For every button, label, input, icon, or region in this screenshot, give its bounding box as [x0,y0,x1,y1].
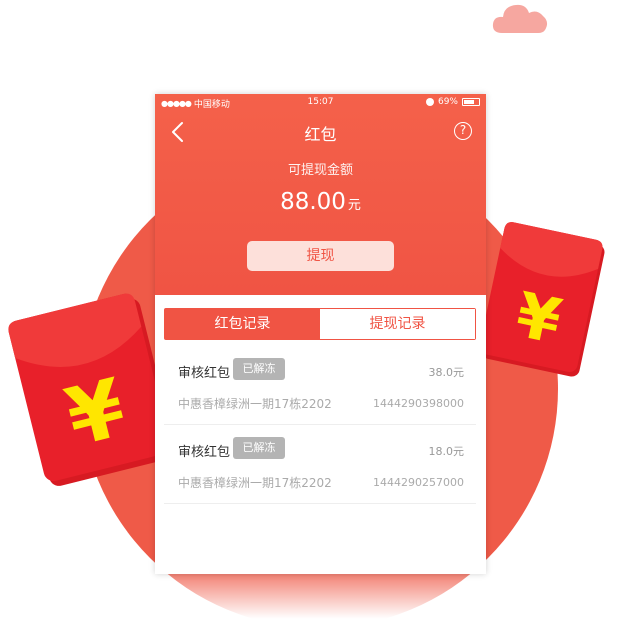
record-amount: 38.0元 [428,366,465,379]
status-bar: ●●●●● 中国移动 15:07 69% [155,94,486,112]
tab-withdraw-records[interactable]: 提现记录 [320,309,475,339]
list-item[interactable]: 审核红包 已解冻 38.0元 中惠香樟绿洲一期17栋2202 144429039… [164,346,476,425]
alarm-icon [425,98,434,106]
list-item[interactable]: 审核红包 已解冻 18.0元 中惠香樟绿洲一期17栋2202 144429025… [164,425,476,504]
balance-amount: 88.00 元 [155,189,486,215]
page-title: 红包 [304,125,337,144]
amount-value: 88.00 [280,189,346,215]
record-name: 审核红包 [178,366,231,381]
help-button[interactable]: ? [454,122,472,140]
record-list: 审核红包 已解冻 38.0元 中惠香樟绿洲一期17栋2202 144429039… [164,346,476,504]
status-badge: 已解冻 [233,437,285,459]
withdrawable-label: 可提现金额 [287,163,353,178]
balance-header: ●●●●● 中国移动 15:07 69% 红包 ? 可提现金额 88.00 元 提… [155,94,486,295]
record-address: 中惠香樟绿洲一期17栋2202 [178,397,332,411]
status-right: 69% [425,97,480,107]
amount-unit: 元 [347,198,361,213]
record-id: 1444290398000 [373,397,464,410]
withdraw-button[interactable]: 提现 [247,241,394,271]
status-badge: 已解冻 [233,358,285,380]
phone-screen: ●●●●● 中国移动 15:07 69% 红包 ? 可提现金额 88.00 元 提… [155,94,486,574]
cloud-decoration [492,4,548,34]
record-tabs: 红包记录 提现记录 [164,308,476,340]
tab-redpacket-records[interactable]: 红包记录 [165,309,320,339]
record-address: 中惠香樟绿洲一期17栋2202 [178,476,332,490]
record-id: 1444290257000 [373,476,464,489]
record-name: 审核红包 [178,445,231,460]
record-amount: 18.0元 [428,445,465,458]
battery-icon [462,98,480,106]
battery-percent: 69% [437,97,458,107]
